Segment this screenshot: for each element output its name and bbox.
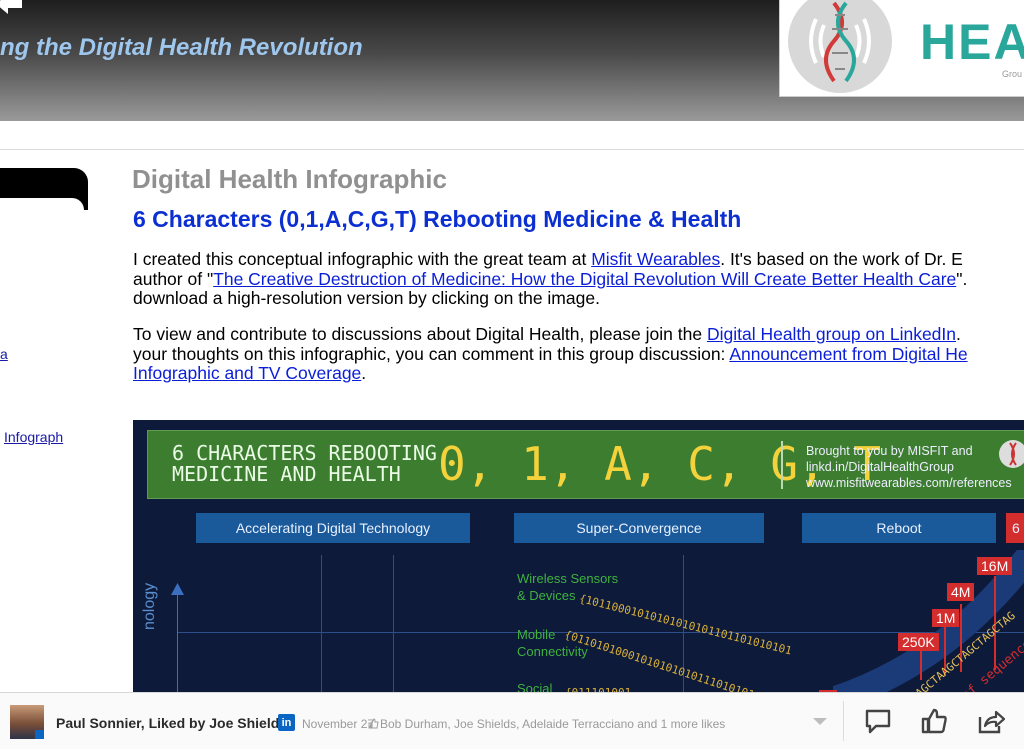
page-title: Digital Health Infographic	[132, 164, 447, 194]
para1-text: I created this conceptual infographic wi…	[133, 249, 592, 269]
comment-icon[interactable]	[864, 707, 892, 735]
post-footer-bar: Paul Sonnier, Liked by Joe Shields in No…	[0, 692, 1024, 749]
chevron-down-icon[interactable]	[812, 717, 828, 727]
axis-line	[177, 590, 178, 700]
logo-emblem	[788, 0, 892, 93]
like-icon[interactable]	[920, 707, 948, 735]
sequence-count: 16M	[977, 557, 1013, 575]
linkedin-mini-icon	[35, 730, 44, 739]
column-header: Super-Convergence	[514, 513, 764, 543]
column-header: Accelerating Digital Technology	[196, 513, 470, 543]
para2-text: your thoughts on this infographic, you c…	[133, 343, 730, 364]
share-icon[interactable]	[977, 707, 1005, 735]
site-tagline: ng the Digital Health Revolution	[0, 34, 363, 61]
infographic-title: 6 CHARACTERS REBOOTING MEDICINE AND HEAL…	[172, 443, 437, 485]
misfit-wearables-link[interactable]: Misfit Wearables	[591, 249, 720, 269]
site-logo[interactable]: HEA Grou	[779, 0, 1024, 97]
infographic-title-line: MEDICINE AND HEALTH	[172, 462, 401, 486]
logo-wordmark: HEA	[920, 14, 1024, 70]
para1-text: author of "	[133, 268, 214, 289]
linkedin-group-link[interactable]: Digital Health group on LinkedIn	[707, 324, 956, 344]
likes-summary[interactable]: Bob Durham, Joe Shields, Adelaide Terrac…	[380, 717, 725, 731]
dna-wave-icon	[809, 1, 871, 83]
tech-label-line: Wireless Sensors	[517, 571, 619, 586]
column-header: 6	[1006, 513, 1024, 543]
credit-line: www.misfitwearables.com/references	[806, 476, 1012, 490]
post-author[interactable]: Paul Sonnier, Liked by Joe Shields	[56, 715, 287, 731]
tech-label-line: Connectivity	[517, 644, 588, 659]
para2-text: .	[361, 363, 367, 383]
post-title: 6 Characters (0,1,A,C,G,T) Rebooting Med…	[133, 206, 742, 232]
back-arrow-icon[interactable]	[0, 0, 24, 14]
footer-separator	[843, 701, 844, 741]
sidebar-link-infograph[interactable]: Infograph	[4, 429, 63, 445]
para1-text: . It's based on the work of Dr. E	[720, 249, 963, 269]
discussion-paragraph: To view and contribute to discussions ab…	[133, 324, 968, 384]
infographic-credit: Brought to you by MISFIT and linkd.in/Di…	[806, 443, 1012, 491]
infographic-banner: 6 CHARACTERS REBOOTING MEDICINE AND HEAL…	[147, 430, 1024, 499]
announcement-link[interactable]: Announcement from Digital He	[729, 344, 967, 364]
banner-separator	[781, 441, 783, 489]
axis-arrow-icon	[171, 583, 184, 595]
linkedin-icon[interactable]: in	[278, 714, 295, 731]
column-header: Reboot	[802, 513, 996, 543]
para1-text: download a high-resolution version by cl…	[133, 288, 600, 308]
site-header: ng the Digital Health Revolution HEA Gro…	[0, 0, 1024, 121]
thumbs-up-small-icon	[368, 718, 379, 729]
intro-paragraph: I created this conceptual infographic wi…	[133, 249, 968, 309]
para1-text: ".	[956, 268, 968, 289]
logo-subtext: Grou	[1002, 69, 1023, 79]
book-link[interactable]: The Creative Destruction of Medicine: Ho…	[213, 269, 956, 289]
para2-text: .	[956, 324, 961, 344]
sequence-count: 1M	[932, 609, 960, 627]
sidebar-link-a[interactable]: a	[0, 346, 8, 362]
tv-coverage-link[interactable]: Infographic and TV Coverage	[133, 363, 361, 383]
sequence-count: 4M	[947, 583, 975, 601]
para2-text: To view and contribute to discussions ab…	[133, 324, 707, 344]
vertical-axis-label: nology	[141, 582, 158, 630]
dna-badge-icon	[999, 440, 1024, 468]
post-date: November 27	[302, 717, 375, 731]
infographic-title-line: 6 CHARACTERS REBOOTING	[172, 441, 437, 465]
avatar[interactable]	[10, 705, 44, 739]
credit-line: Brought to you by MISFIT and	[806, 444, 973, 458]
grid-line	[321, 555, 322, 700]
sequence-count: 250K	[898, 633, 939, 651]
sidebar-tab-notch	[0, 198, 84, 212]
header-divider	[0, 149, 1024, 150]
grid-line	[393, 555, 394, 700]
credit-line: linkd.in/DigitalHealthGroup	[806, 460, 954, 474]
infographic-image[interactable]: 6 CHARACTERS REBOOTING MEDICINE AND HEAL…	[133, 420, 1024, 700]
